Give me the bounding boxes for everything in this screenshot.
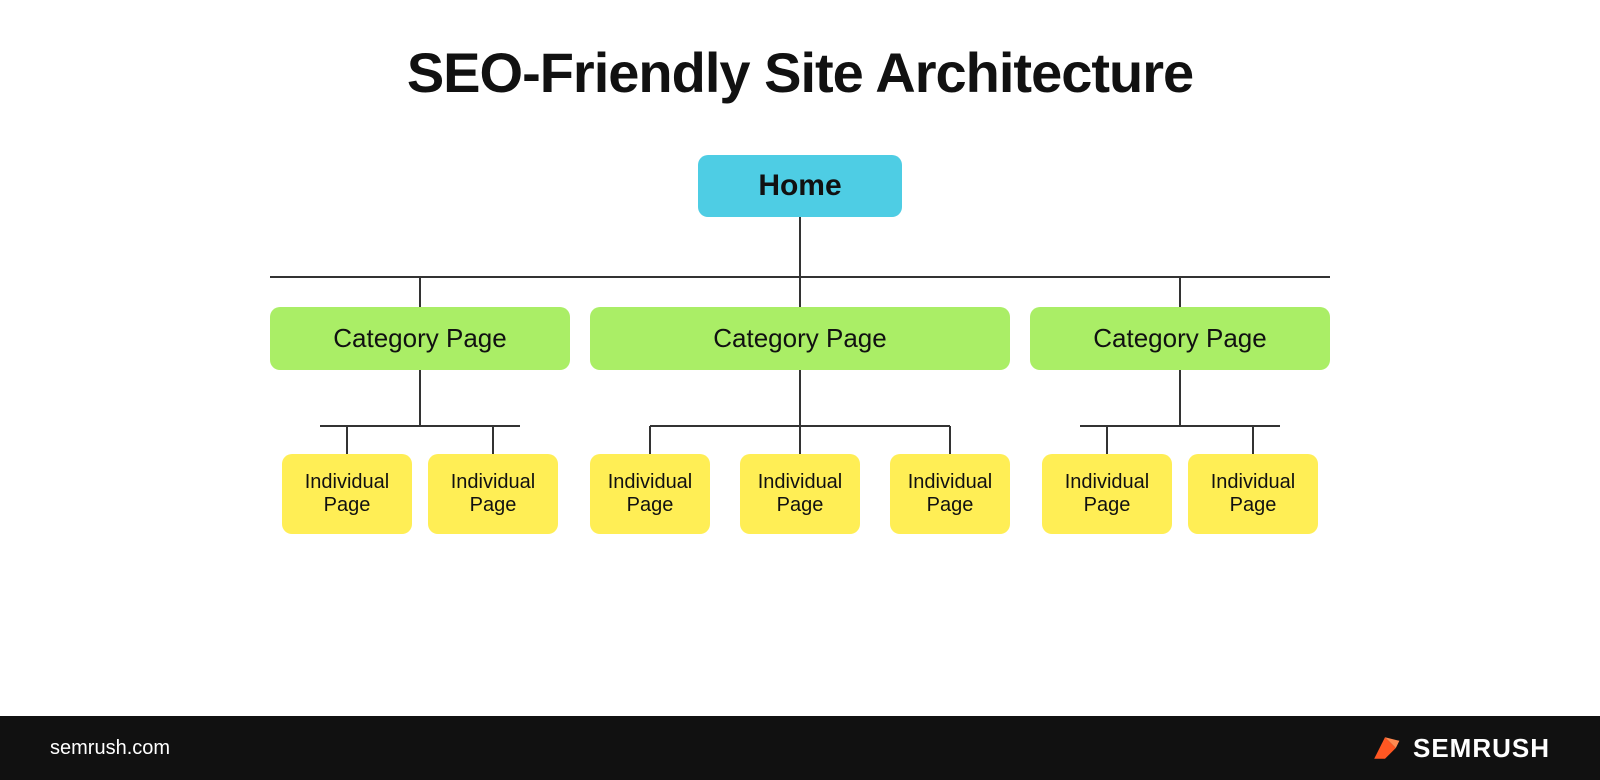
category-node-right: Category Page [1030,307,1330,370]
ind-drop [649,426,651,454]
ind-drop [492,426,494,454]
semrush-logo-icon [1367,730,1403,766]
individual-row-left: Individual Page Individual Page [282,426,558,534]
individual-item-right-2: Individual Page [1188,426,1318,534]
sub-h-connector-middle [650,398,950,426]
site-architecture-diagram: Home Category Page Individual Page [60,155,1540,696]
ind-drop [1252,426,1254,454]
category-column-right: Category Page Individual Page Individual… [1030,277,1330,534]
individual-item-left-2: Individual Page [428,426,558,534]
individual-node-middle-1: Individual Page [590,454,710,534]
individual-row-right: Individual Page Individual Page [1042,426,1318,534]
category-row: Category Page Individual Page Individual… [270,277,1330,534]
individual-node-left-2: Individual Page [428,454,558,534]
individual-node-left-1: Individual Page [282,454,412,534]
individual-node-middle-3: Individual Page [890,454,1010,534]
home-node-container: Home [698,155,901,217]
cat-drop-right [1179,277,1181,307]
individual-node-middle-2: Individual Page [740,454,860,534]
category-column-middle: Category Page Individual Page Individual… [590,277,1010,534]
individual-item-left-1: Individual Page [282,426,412,534]
ind-drop [799,426,801,454]
footer-logo: SEMRUSH [1367,730,1550,766]
footer-brand-name: SEMRUSH [1413,733,1550,764]
footer-url: semrush.com [50,737,170,760]
ind-drop [1106,426,1108,454]
category-column-left: Category Page Individual Page Individual… [270,277,570,534]
individual-node-right-2: Individual Page [1188,454,1318,534]
home-node: Home [698,155,901,217]
sub-h-connector-left [320,398,520,426]
sub-connector-left [419,370,421,398]
home-connector-vertical [799,217,801,247]
sub-connector-middle [799,370,801,398]
ind-drop [346,426,348,454]
individual-item-middle-2: Individual Page [740,426,860,534]
individual-row-middle: Individual Page Individual Page Individu… [590,426,1010,534]
top-horizontal-connector [270,247,1330,277]
individual-item-middle-1: Individual Page [590,426,710,534]
individual-item-right-1: Individual Page [1042,426,1172,534]
individual-node-right-1: Individual Page [1042,454,1172,534]
category-node-middle: Category Page [590,307,1010,370]
footer: semrush.com SEMRUSH [0,716,1600,780]
individual-item-middle-3: Individual Page [890,426,1010,534]
page-title: SEO-Friendly Site Architecture [407,40,1193,105]
main-content: SEO-Friendly Site Architecture Home Cate… [0,0,1600,716]
category-node-left: Category Page [270,307,570,370]
cat-drop-left [419,277,421,307]
sub-connector-right [1179,370,1181,398]
ind-drop [949,426,951,454]
sub-h-connector-right [1080,398,1280,426]
cat-drop-middle [799,277,801,307]
